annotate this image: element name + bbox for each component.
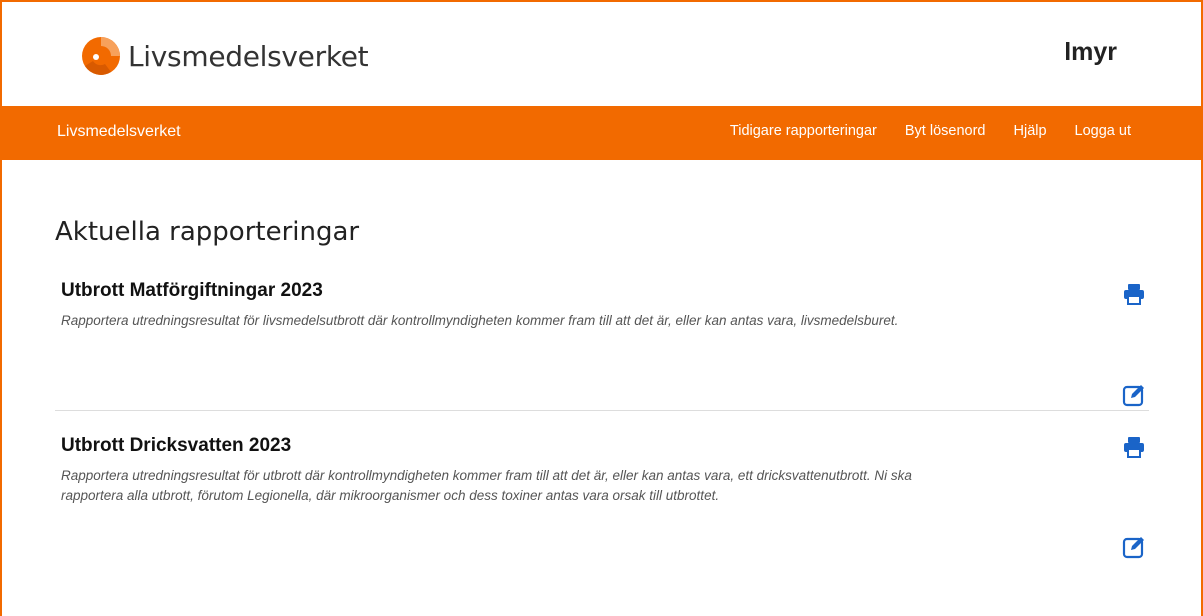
edit-icon[interactable] (1122, 535, 1146, 559)
nav-link-help[interactable]: Hjälp (1014, 123, 1047, 139)
report-title: Utbrott Matförgiftningar 2023 (61, 280, 323, 301)
user-name: lmyr (1064, 38, 1117, 66)
logo-text: Livsmedelsverket (128, 39, 369, 73)
main-navbar: Livsmedelsverket Tidigare rapporteringar… (2, 106, 1201, 160)
app-frame: Livsmedelsverket lmyr Livsmedelsverket T… (0, 0, 1203, 616)
report-title: Utbrott Dricksvatten 2023 (61, 435, 292, 456)
report-description: Rapportera utredningsresultat för livsme… (61, 313, 899, 328)
nav-links: Tidigare rapporteringar Byt lösenord Hjä… (702, 123, 1131, 139)
page-title: Aktuella rapporteringar (55, 217, 360, 247)
nav-link-change-password[interactable]: Byt lösenord (905, 123, 986, 139)
livsmedelsverket-logo-icon (82, 37, 120, 75)
site-logo[interactable]: Livsmedelsverket (81, 36, 369, 76)
nav-link-previous-reports[interactable]: Tidigare rapporteringar (730, 123, 877, 139)
nav-link-logout[interactable]: Logga ut (1075, 123, 1131, 139)
print-icon[interactable] (1122, 435, 1146, 459)
report-description: Rapportera utredningsresultat för utbrot… (61, 468, 912, 503)
nav-brand-link[interactable]: Livsmedelsverket (57, 123, 181, 141)
top-header: Livsmedelsverket lmyr (2, 2, 1201, 106)
main-content: Aktuella rapporteringar Utbrott Matförgi… (2, 217, 1201, 611)
edit-icon[interactable] (1122, 383, 1146, 407)
report-item: Utbrott Matförgiftningar 2023 Rapportera… (55, 280, 1149, 411)
report-item: Utbrott Dricksvatten 2023 Rapportera utr… (55, 411, 1149, 611)
print-icon[interactable] (1122, 282, 1146, 306)
